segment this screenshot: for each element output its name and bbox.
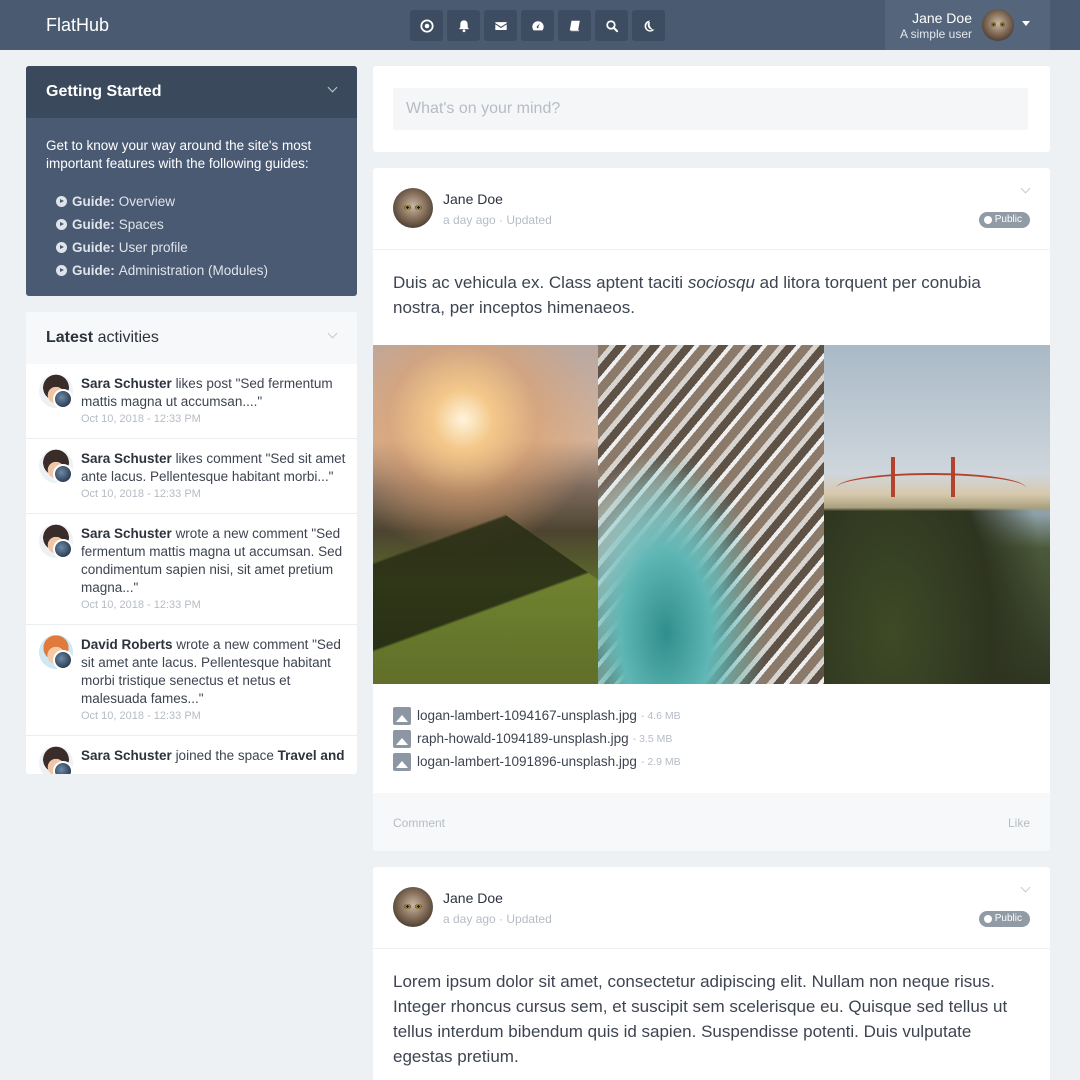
- activity-time: [81, 767, 357, 774]
- avatar: [39, 746, 73, 774]
- activity-user[interactable]: Sara Schuster: [81, 451, 172, 466]
- getting-started-intro: Get to know your way around the site's m…: [46, 138, 312, 171]
- search-icon[interactable]: [595, 10, 628, 41]
- post-text: Lorem ipsum dolor sit amet, consectetur …: [393, 972, 1008, 1066]
- avatar: [39, 449, 73, 484]
- activity-time: Oct 10, 2018 - 12:33 PM: [81, 599, 201, 611]
- play-circle-icon: [56, 242, 67, 253]
- space-badge: [53, 464, 73, 484]
- status-input[interactable]: [393, 88, 1028, 130]
- user-subtitle: A simple user: [899, 27, 972, 41]
- post-updated: Updated: [506, 912, 552, 926]
- getting-started-header: Getting Started: [26, 66, 357, 118]
- visibility-badge: Public: [978, 911, 1030, 927]
- chevron-down-icon[interactable]: [327, 328, 338, 339]
- avatar: [982, 9, 1014, 41]
- image-file-icon: [393, 752, 411, 771]
- activity-user[interactable]: David Roberts: [81, 637, 173, 652]
- avatar[interactable]: [393, 887, 433, 927]
- play-circle-icon: [56, 265, 67, 276]
- user-menu-dropdown[interactable]: Jane Doe A simple user: [885, 0, 1050, 50]
- post-author[interactable]: Jane Doe: [443, 191, 503, 207]
- space-badge: [53, 650, 73, 670]
- space-badge: [53, 761, 73, 774]
- avatar: [39, 374, 73, 409]
- guide-link-user-profile[interactable]: Guide: User profile: [56, 236, 268, 259]
- guide-link-administration[interactable]: Guide: Administration (Modules): [56, 259, 268, 282]
- activity-item[interactable]: Sara Schuster likes comment "Sed sit ame…: [26, 439, 357, 514]
- post-text: Duis ac vehicula ex. Class aptent taciti…: [393, 273, 981, 317]
- space-badge: [53, 539, 73, 559]
- activity-time: Oct 10, 2018 - 12:33 PM: [81, 413, 201, 425]
- activity-user[interactable]: Sara Schuster: [81, 526, 172, 541]
- image-file-icon: [393, 729, 411, 748]
- post-composer: [373, 66, 1050, 152]
- book-icon[interactable]: [558, 10, 591, 41]
- tachometer-icon[interactable]: [521, 10, 554, 41]
- dashboard-icon[interactable]: [410, 10, 443, 41]
- visibility-badge: Public: [978, 212, 1030, 228]
- post-header: Jane Doe a day ago · Updated Public: [373, 867, 1050, 949]
- nav-icon-group: [410, 10, 665, 41]
- latest-activities-header: Latest activities: [26, 312, 357, 364]
- activity-item[interactable]: Sara Schuster likes post "Sed fermentum …: [26, 364, 357, 439]
- activity-item[interactable]: Sara Schuster joined the space Travel an…: [26, 736, 357, 774]
- chevron-down-icon[interactable]: [1020, 183, 1031, 194]
- panel-title: Latest activities: [46, 329, 159, 346]
- guide-link-spaces[interactable]: Guide: Spaces: [56, 213, 268, 236]
- bell-icon[interactable]: [447, 10, 480, 41]
- globe-icon: [983, 915, 992, 923]
- getting-started-panel: Getting Started Get to know your way aro…: [26, 66, 357, 296]
- panel-title: Getting Started: [46, 83, 162, 100]
- chevron-down-icon[interactable]: [327, 82, 338, 93]
- play-circle-icon: [56, 196, 67, 207]
- globe-icon: [983, 216, 992, 224]
- activity-text: joined the space: [175, 748, 274, 763]
- brand-logo[interactable]: FlatHub: [46, 15, 109, 36]
- post-time[interactable]: a day ago: [443, 213, 496, 227]
- attachment-item[interactable]: raph-howald-1094189-unsplash.jpg - 3.5 MB: [393, 727, 681, 750]
- post-card: Jane Doe a day ago · Updated Public Duis…: [373, 168, 1050, 851]
- image-gallery: [373, 345, 1050, 684]
- post-meta: a day ago · Updated: [443, 912, 552, 926]
- activity-user[interactable]: Sara Schuster: [81, 748, 172, 763]
- play-circle-icon: [56, 219, 67, 230]
- post-card: Jane Doe a day ago · Updated Public Lore…: [373, 867, 1050, 1080]
- attachment-item[interactable]: logan-lambert-1091896-unsplash.jpg - 2.9 …: [393, 750, 681, 773]
- activity-list: Sara Schuster likes post "Sed fermentum …: [26, 364, 357, 774]
- post-author[interactable]: Jane Doe: [443, 890, 503, 906]
- avatar[interactable]: [393, 188, 433, 228]
- comment-button[interactable]: Comment: [393, 816, 445, 830]
- chevron-down-icon[interactable]: [1020, 882, 1031, 893]
- top-navbar: FlatHub Jane Doe A simple user: [0, 0, 1080, 50]
- caret-down-icon: [1022, 21, 1030, 26]
- activity-item[interactable]: Sara Schuster wrote a new comment "Sed f…: [26, 514, 357, 625]
- attachment-item[interactable]: logan-lambert-1094167-unsplash.jpg - 4.6 …: [393, 704, 681, 727]
- photo-golden-gate-bridge[interactable]: [824, 345, 1050, 684]
- space-badge: [53, 389, 73, 409]
- post-updated: Updated: [506, 213, 552, 227]
- post-meta: a day ago · Updated: [443, 213, 552, 227]
- avatar: [39, 635, 73, 670]
- photo-aerial-coast[interactable]: [598, 345, 824, 684]
- like-button[interactable]: Like: [1008, 816, 1030, 830]
- user-name: Jane Doe: [912, 10, 972, 26]
- attachment-list: logan-lambert-1094167-unsplash.jpg - 4.6 …: [393, 704, 681, 773]
- activity-time: Oct 10, 2018 - 12:33 PM: [81, 488, 201, 500]
- activity-user[interactable]: Sara Schuster: [81, 376, 172, 391]
- photo-sunset-cliff[interactable]: [373, 345, 598, 684]
- activity-item[interactable]: David Roberts wrote a new comment "Sed s…: [26, 625, 357, 736]
- image-file-icon: [393, 706, 411, 725]
- envelope-icon[interactable]: [484, 10, 517, 41]
- activity-space-link[interactable]: Travel and: [278, 748, 345, 763]
- post-footer: Comment Like: [373, 793, 1050, 851]
- latest-activities-panel: Latest activities Sara Schuster likes po…: [26, 312, 357, 774]
- post-time[interactable]: a day ago: [443, 912, 496, 926]
- guide-list: Guide: Overview Guide: Spaces Guide: User p…: [56, 190, 268, 282]
- guide-link-overview[interactable]: Guide: Overview: [56, 190, 268, 213]
- moon-icon[interactable]: [632, 10, 665, 41]
- avatar: [39, 524, 73, 559]
- post-header: Jane Doe a day ago · Updated Public: [373, 168, 1050, 250]
- activity-time: Oct 10, 2018 - 12:33 PM: [81, 710, 201, 722]
